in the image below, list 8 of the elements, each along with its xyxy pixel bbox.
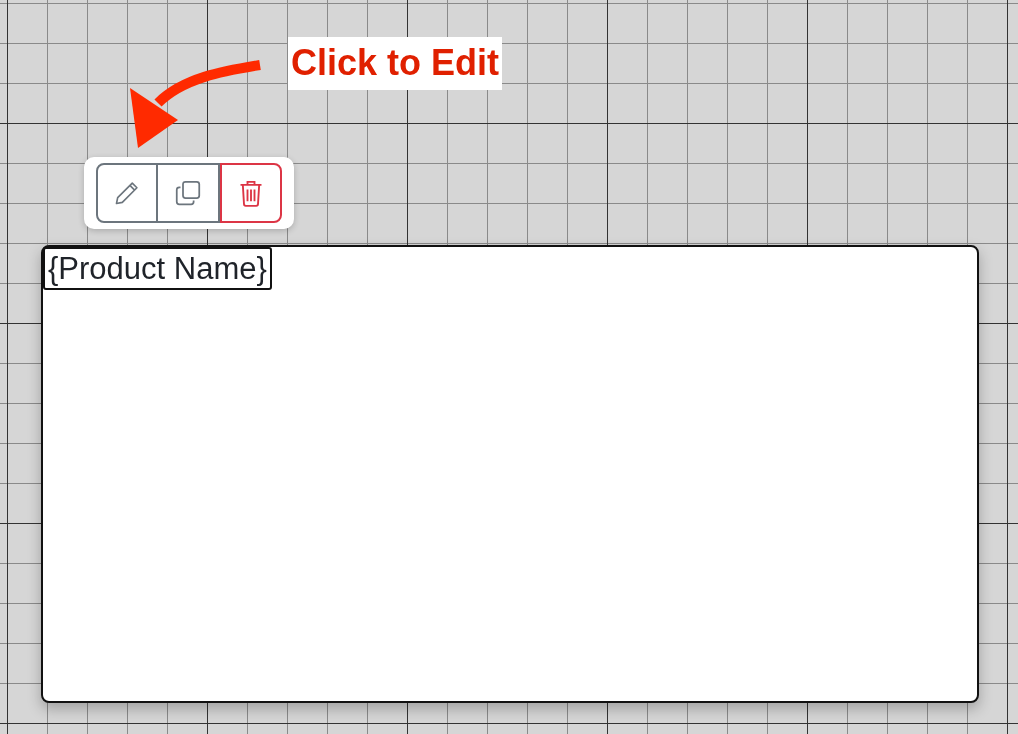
duplicate-button[interactable] xyxy=(158,163,220,223)
trash-icon xyxy=(238,179,264,207)
copy-icon xyxy=(173,178,203,208)
annotation-label: Click to Edit xyxy=(288,37,503,90)
product-name-field[interactable]: {Product Name} xyxy=(43,247,272,290)
delete-button[interactable] xyxy=(220,163,282,223)
pencil-icon xyxy=(113,179,141,207)
edit-button[interactable] xyxy=(96,163,158,223)
